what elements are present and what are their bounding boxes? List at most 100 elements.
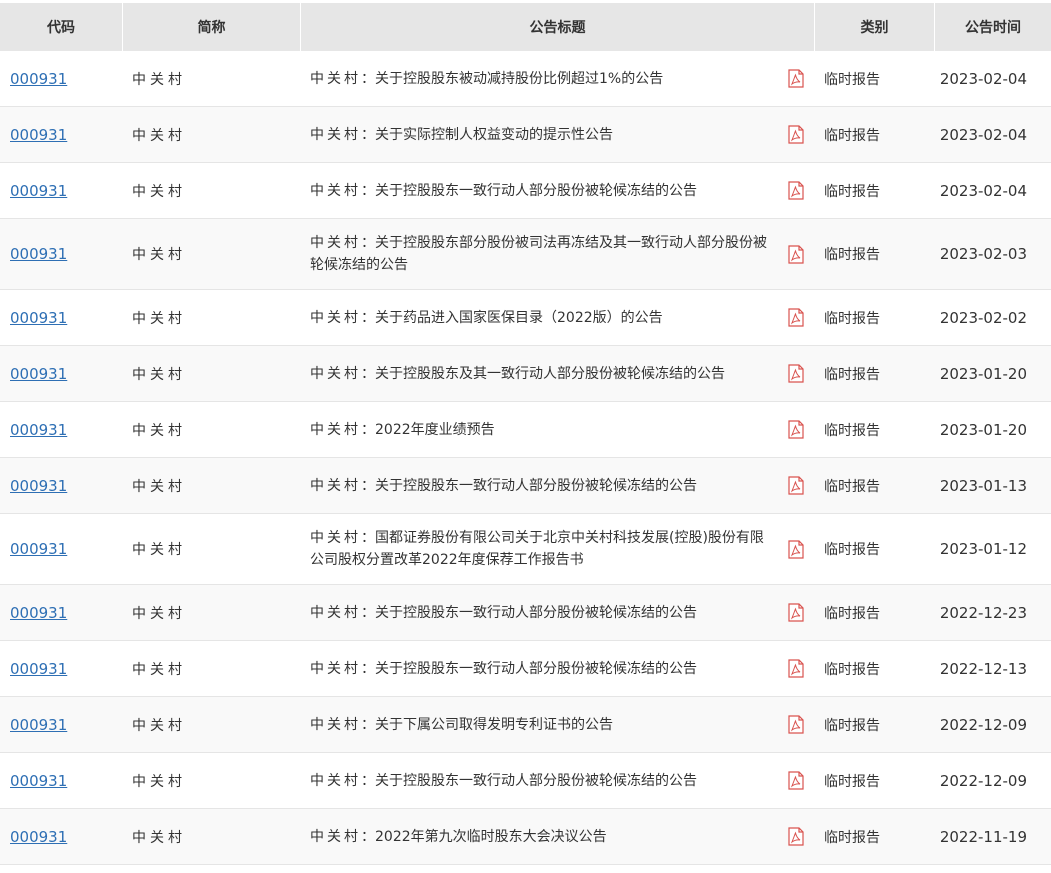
title-sep: ：	[361, 309, 375, 326]
table-row: 000931 中关村 中关村：2022年第九次临时股东大会决议公告 临时报告 2022-…	[0, 809, 1051, 865]
stock-code-link[interactable]: 000931	[10, 245, 67, 263]
pdf-icon[interactable]	[788, 308, 804, 327]
type-cell: 临时报告	[824, 661, 880, 678]
abbr-cell: 中关村	[132, 661, 186, 678]
table-row: 000931 中关村 中关村：2022年度业绩预告 临时报告 2023-01-20	[0, 402, 1051, 458]
pdf-icon[interactable]	[788, 659, 804, 678]
title-abbr: 中关村	[310, 235, 361, 251]
title-sep: ：	[361, 772, 375, 789]
stock-code-link[interactable]: 000931	[10, 716, 67, 734]
pdf-icon[interactable]	[788, 715, 804, 734]
title-abbr: 中关村	[310, 716, 361, 733]
date-cell: 2022-12-23	[939, 603, 1027, 622]
pdf-icon[interactable]	[788, 181, 804, 200]
title-cell: 中关村：关于控股股东一致行动人部分股份被轮候冻结的公告	[300, 163, 814, 218]
announcement-title[interactable]: 中关村：关于实际控制人权益变动的提示性公告	[310, 124, 613, 146]
pdf-icon[interactable]	[788, 244, 804, 264]
header-type: 类别	[814, 3, 934, 51]
stock-code-link[interactable]: 000931	[10, 828, 67, 846]
announcement-title[interactable]: 中关村：关于控股股东一致行动人部分股份被轮候冻结的公告	[310, 658, 697, 680]
pdf-icon[interactable]	[788, 603, 804, 622]
date-cell: 2023-02-04	[939, 69, 1027, 88]
abbr-cell: 中关村	[132, 310, 186, 327]
date-cell: 2023-01-20	[939, 420, 1027, 439]
abbr-cell: 中关村	[132, 773, 186, 790]
title-cell: 中关村：关于控股股东一致行动人部分股份被轮候冻结的公告	[300, 641, 814, 696]
type-cell: 临时报告	[824, 422, 880, 439]
title-sep: ：	[361, 530, 375, 546]
title-abbr: 中关村	[310, 660, 361, 677]
stock-code-link[interactable]: 000931	[10, 540, 67, 558]
table-row: 000931 中关村 中关村：关于实际控制人权益变动的提示性公告 临时报告 2023-0…	[0, 107, 1051, 163]
code-cell: 000931	[0, 753, 122, 808]
abbr-cell: 中关村	[132, 542, 186, 558]
pdf-icon[interactable]	[788, 539, 804, 559]
pdf-icon[interactable]	[788, 771, 804, 790]
code-cell: 000931	[0, 219, 122, 289]
announcement-title[interactable]: 中关村：国都证券股份有限公司关于北京中关村科技发展(控股)股份有限公司股权分置改…	[310, 527, 770, 571]
announcement-title[interactable]: 中关村：2022年第九次临时股东大会决议公告	[310, 826, 607, 848]
title-body: 关于控股股东一致行动人部分股份被轮候冻结的公告	[375, 477, 697, 494]
type-cell: 临时报告	[824, 773, 880, 790]
stock-code-link[interactable]: 000931	[10, 365, 67, 383]
announcement-title[interactable]: 中关村：关于药品进入国家医保目录（2022版）的公告	[310, 307, 663, 329]
abbr-cell: 中关村	[132, 247, 186, 263]
announcement-title[interactable]: 中关村：关于控股股东部分股份被司法再冻结及其一致行动人部分股份被轮候冻结的公告	[310, 232, 770, 276]
pdf-icon[interactable]	[788, 420, 804, 439]
announcement-title[interactable]: 中关村：关于控股股东一致行动人部分股份被轮候冻结的公告	[310, 180, 697, 202]
announcement-title[interactable]: 中关村：关于控股股东一致行动人部分股份被轮候冻结的公告	[310, 602, 697, 624]
announcement-title[interactable]: 中关村：关于控股股东被动减持股份比例超过1%的公告	[310, 68, 663, 90]
code-cell: 000931	[0, 458, 122, 513]
title-abbr: 中关村	[310, 604, 361, 621]
table-header: 代码 简称 公告标题 类别 公告时间	[0, 3, 1051, 51]
title-sep: ：	[361, 828, 375, 845]
type-cell: 临时报告	[824, 829, 880, 846]
title-abbr: 中关村	[310, 828, 361, 845]
title-body: 2022年第九次临时股东大会决议公告	[375, 828, 607, 845]
table-row: 000931 中关村 中关村：关于控股股东一致行动人部分股份被轮候冻结的公告 临时报告…	[0, 458, 1051, 514]
date-cell: 2022-12-09	[939, 771, 1027, 790]
pdf-icon[interactable]	[788, 364, 804, 383]
title-abbr: 中关村	[310, 365, 361, 382]
title-body: 关于控股股东一致行动人部分股份被轮候冻结的公告	[375, 604, 697, 621]
title-abbr: 中关村	[310, 70, 361, 87]
title-sep: ：	[361, 70, 375, 87]
type-cell: 临时报告	[824, 247, 880, 263]
title-body: 关于实际控制人权益变动的提示性公告	[375, 126, 613, 143]
stock-code-link[interactable]: 000931	[10, 477, 67, 495]
pdf-icon[interactable]	[788, 125, 804, 144]
title-sep: ：	[361, 365, 375, 382]
date-cell: 2022-12-09	[939, 715, 1027, 734]
announcement-title[interactable]: 中关村：关于控股股东及其一致行动人部分股份被轮候冻结的公告	[310, 363, 725, 385]
stock-code-link[interactable]: 000931	[10, 604, 67, 622]
pdf-icon[interactable]	[788, 827, 804, 846]
title-sep: ：	[361, 716, 375, 733]
stock-code-link[interactable]: 000931	[10, 772, 67, 790]
pdf-icon[interactable]	[788, 69, 804, 88]
announcement-title[interactable]: 中关村：关于下属公司取得发明专利证书的公告	[310, 714, 613, 736]
announcement-title[interactable]: 中关村：2022年度业绩预告	[310, 419, 495, 441]
date-cell: 2023-02-04	[939, 181, 1027, 200]
title-sep: ：	[361, 660, 375, 677]
title-body: 关于控股股东被动减持股份比例超过1%的公告	[375, 70, 664, 87]
date-cell: 2023-01-12	[939, 540, 1027, 558]
title-body: 关于控股股东一致行动人部分股份被轮候冻结的公告	[375, 772, 697, 789]
title-cell: 中关村：关于控股股东一致行动人部分股份被轮候冻结的公告	[300, 585, 814, 640]
pdf-icon[interactable]	[788, 476, 804, 495]
table-row: 000931 中关村 中关村：关于下属公司取得发明专利证书的公告 临时报告 2022-1…	[0, 697, 1051, 753]
title-cell: 中关村：关于控股股东一致行动人部分股份被轮候冻结的公告	[300, 753, 814, 808]
type-cell: 临时报告	[824, 127, 880, 144]
code-cell: 000931	[0, 514, 122, 584]
type-cell: 临时报告	[824, 605, 880, 622]
announcement-title[interactable]: 中关村：关于控股股东一致行动人部分股份被轮候冻结的公告	[310, 770, 697, 792]
stock-code-link[interactable]: 000931	[10, 126, 67, 144]
title-cell: 中关村：国都证券股份有限公司关于北京中关村科技发展(控股)股份有限公司股权分置改…	[300, 514, 814, 584]
announcement-title[interactable]: 中关村：关于控股股东一致行动人部分股份被轮候冻结的公告	[310, 475, 697, 497]
stock-code-link[interactable]: 000931	[10, 660, 67, 678]
stock-code-link[interactable]: 000931	[10, 70, 67, 88]
stock-code-link[interactable]: 000931	[10, 182, 67, 200]
stock-code-link[interactable]: 000931	[10, 421, 67, 439]
code-cell: 000931	[0, 809, 122, 864]
date-cell: 2023-02-02	[939, 308, 1027, 327]
stock-code-link[interactable]: 000931	[10, 309, 67, 327]
